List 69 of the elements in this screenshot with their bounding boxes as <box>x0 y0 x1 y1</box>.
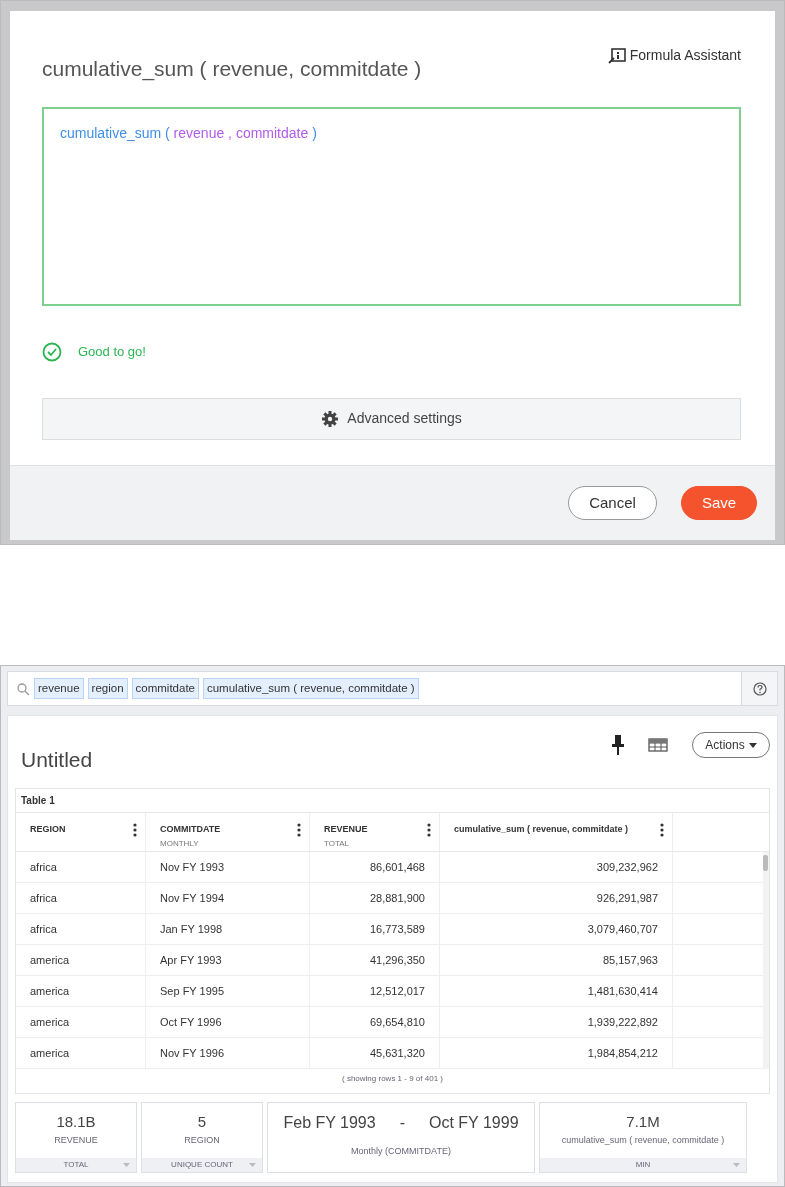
table-cell: 28,881,900 <box>310 883 440 913</box>
summary-footer[interactable]: TOTAL <box>16 1158 136 1172</box>
check-circle-icon <box>42 341 62 362</box>
table-cell: 1,939,222,892 <box>440 1007 673 1037</box>
caret-icon <box>733 1163 740 1167</box>
table-cell: Nov FY 1993 <box>146 852 310 882</box>
summary-value: 7.1M <box>625 1112 661 1132</box>
pin-icon <box>612 734 624 756</box>
table-cell: 3,079,460,707 <box>440 914 673 944</box>
table-cell: 926,291,987 <box>440 883 673 913</box>
table-cell: Apr FY 1993 <box>146 945 310 975</box>
table-cell: Nov FY 1994 <box>146 883 310 913</box>
table-cell: 86,601,468 <box>310 852 440 882</box>
table-cell: 309,232,962 <box>440 852 673 882</box>
summary-label: REVENUE <box>53 1133 99 1147</box>
range-end: Oct FY 1999 <box>429 1113 519 1133</box>
more-icon <box>133 823 137 837</box>
summary-label: cumulative_sum ( revenue, commitdate ) <box>560 1133 726 1147</box>
table-cell: Sep FY 1995 <box>146 976 310 1006</box>
summary-footer[interactable]: UNIQUE COUNT <box>142 1158 262 1172</box>
answer-title: Untitled <box>21 747 93 773</box>
actions-button[interactable]: Actions <box>692 732 770 758</box>
caret-icon <box>249 1163 256 1167</box>
summary-value: 5 <box>196 1112 208 1132</box>
summary-footer[interactable]: MIN <box>540 1158 746 1172</box>
caret-icon <box>123 1163 130 1167</box>
table-cell: 85,157,963 <box>440 945 673 975</box>
formula-icon <box>607 47 626 64</box>
status-message: Good to go! <box>78 342 146 361</box>
table-cell: africa <box>16 914 146 944</box>
row-count: ( showing rows 1 - 9 of 401 ) <box>341 1073 444 1085</box>
table-cell: africa <box>16 883 146 913</box>
table-cell: 16,773,589 <box>310 914 440 944</box>
table-cell: Nov FY 1996 <box>146 1038 310 1068</box>
column-header[interactable]: COMMITDATE MONTHLY <box>146 813 310 851</box>
formula-editor[interactable]: cumulative_sum ( revenue , commitdate ) <box>42 106 741 306</box>
table-cell: 41,296,350 <box>310 945 440 975</box>
scrollbar-thumb[interactable] <box>763 855 768 871</box>
table-cell: america <box>16 1007 146 1037</box>
table-cell: america <box>16 945 146 975</box>
table-cell: 1,481,630,414 <box>440 976 673 1006</box>
dialog-title: cumulative_sum ( revenue, commitdate ) <box>42 56 422 83</box>
table-cell: Oct FY 1996 <box>146 1007 310 1037</box>
more-icon <box>660 823 664 837</box>
table-cell: Jan FY 1998 <box>146 914 310 944</box>
column-header[interactable]: REVENUE TOTAL <box>310 813 440 851</box>
summary-label: Monthly (COMMITDATE) <box>350 1145 452 1158</box>
advanced-settings-button[interactable]: Advanced settings <box>42 397 741 440</box>
table-cell: africa <box>16 852 146 882</box>
table-cell: 45,631,320 <box>310 1038 440 1068</box>
summary-label: REGION <box>183 1133 221 1147</box>
table-cell: america <box>16 976 146 1006</box>
summary-value: 18.1B <box>55 1112 97 1132</box>
column-header[interactable]: cumulative_sum ( revenue, commitdate ) <box>440 813 673 851</box>
table-cell: 69,654,810 <box>310 1007 440 1037</box>
formula-assistant-link[interactable]: Formula Assistant <box>607 45 741 66</box>
more-icon <box>297 823 301 837</box>
table-icon <box>648 738 668 752</box>
table-title: Table 1 <box>20 794 56 808</box>
gear-icon <box>321 409 340 428</box>
range-separator: - <box>399 1113 405 1133</box>
table-cell: 12,512,017 <box>310 976 440 1006</box>
more-icon <box>427 823 431 837</box>
caret-icon <box>748 742 757 748</box>
table-cell: america <box>16 1038 146 1068</box>
column-header[interactable]: REGION <box>16 813 146 851</box>
range-start: Feb FY 1993 <box>283 1113 376 1133</box>
cancel-button[interactable]: Cancel <box>568 486 657 520</box>
table-cell: 1,984,854,212 <box>440 1038 673 1068</box>
